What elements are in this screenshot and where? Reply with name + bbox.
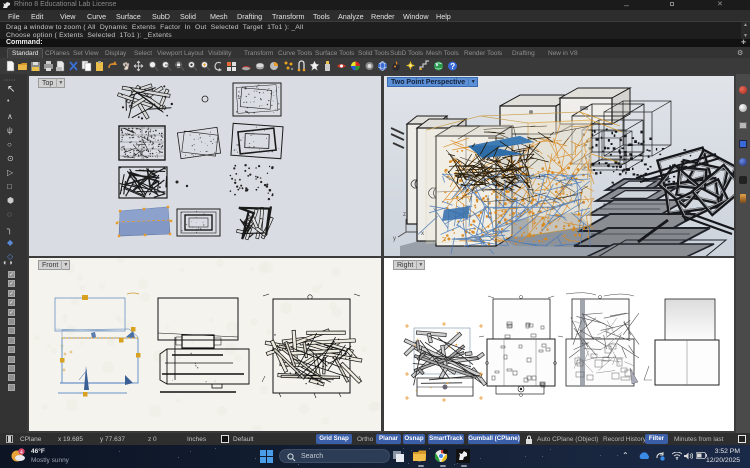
svg-text:?: ? [450, 62, 455, 71]
svg-text:y: y [393, 236, 396, 242]
svg-text:z: z [403, 212, 406, 218]
svg-text:x: x [421, 231, 424, 237]
svg-text:4: 4 [20, 450, 23, 456]
